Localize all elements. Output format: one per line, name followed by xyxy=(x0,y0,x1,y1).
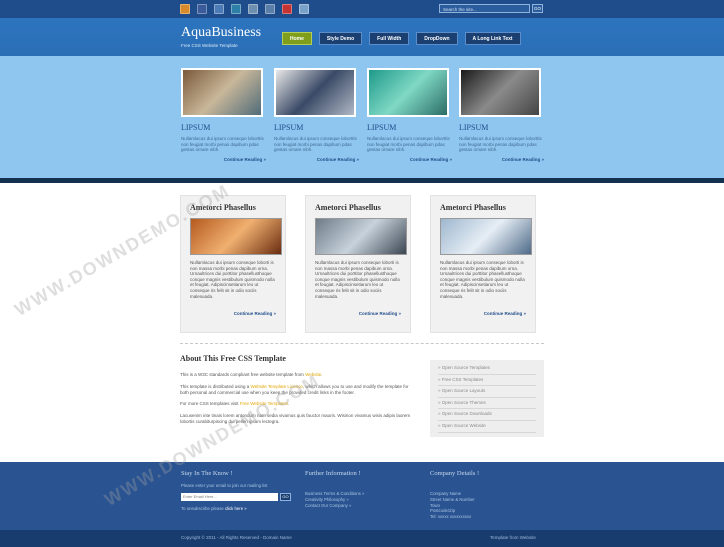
featured-text: Nullamlacus dui ipsum conseque loborttis… xyxy=(181,136,264,152)
about-p2: This template is distributed using a xyxy=(180,383,251,389)
sidebar-link[interactable]: » Open Source Templates xyxy=(438,363,536,375)
top-bar: Search the site... GO xyxy=(0,0,724,18)
email-submit-button[interactable]: GO xyxy=(280,492,291,501)
about-p3: For more CSS templates visit xyxy=(180,401,240,407)
nav-dropdown[interactable]: DropDown xyxy=(416,32,458,45)
site-logo[interactable]: AquaBusiness xyxy=(181,25,261,41)
search-input[interactable]: Search the site... xyxy=(439,4,530,13)
social-icons xyxy=(180,4,309,14)
featured-text: Nullamlacus dui ipsum conseque loborttis… xyxy=(459,136,542,152)
company-line: Tel: xxxxx xxxxxxxxxx xyxy=(430,514,472,520)
footer-company: Company Details ! Company Name Street Na… xyxy=(430,470,544,520)
footer-heading: Company Details ! xyxy=(430,470,480,477)
business-meeting-image[interactable] xyxy=(274,68,356,117)
nav-long-link[interactable]: A Long Link Text xyxy=(464,32,521,45)
sidebar-link[interactable]: » Open Source Website xyxy=(438,421,536,433)
footer-newsletter: Stay In The Know ! Please enter your ema… xyxy=(181,470,296,512)
featured-title: LIPSUM xyxy=(367,123,397,132)
box-text: Nullamlacus dui ipsum conseque loborti i… xyxy=(190,260,275,299)
continue-reading-link[interactable]: Continue Reading » xyxy=(459,157,544,162)
email-icon[interactable] xyxy=(248,4,258,14)
box-title: Ametorci Phasellus xyxy=(440,203,506,212)
box-text: Nullamlacus dui ipsum conseque loborti i… xyxy=(440,260,525,299)
continue-reading-link[interactable]: Continue Reading » xyxy=(181,157,266,162)
footer-link[interactable]: Contact Our Company » xyxy=(305,503,415,509)
sidebar-link[interactable]: » Open Source Downloads xyxy=(438,409,536,421)
featured-band: LIPSUM Nullamlacus dui ipsum conseque lo… xyxy=(0,56,724,178)
search-button[interactable]: GO xyxy=(532,4,543,13)
featured-title: LIPSUM xyxy=(181,123,211,132)
template-credit[interactable]: Template from Website xyxy=(490,535,536,540)
continue-reading-link[interactable]: Continue Reading » xyxy=(190,311,276,316)
featured-item: LIPSUM Nullamlacus dui ipsum conseque lo… xyxy=(459,68,544,162)
sidebar-link[interactable]: » Open Source Themes xyxy=(438,398,536,410)
featured-title: LIPSUM xyxy=(274,123,304,132)
continue-reading-link[interactable]: Continue Reading » xyxy=(440,311,526,316)
nav-style-demo[interactable]: Style Demo xyxy=(318,32,363,45)
phone-icon[interactable] xyxy=(299,4,309,14)
linkedin-icon[interactable] xyxy=(231,4,241,14)
black-rose-image[interactable] xyxy=(459,68,541,117)
box-title: Ametorci Phasellus xyxy=(315,203,381,212)
main-nav: Home Style Demo Full Width DropDown A Lo… xyxy=(282,32,521,45)
featured-item: LIPSUM Nullamlacus dui ipsum conseque lo… xyxy=(367,68,452,162)
header: AquaBusiness Free CSS Website Template H… xyxy=(0,18,724,56)
orange-corridor-image xyxy=(190,218,282,255)
continue-reading-link[interactable]: Continue Reading » xyxy=(274,157,359,162)
section-divider xyxy=(180,343,544,344)
featured-item: LIPSUM Nullamlacus dui ipsum conseque lo… xyxy=(274,68,359,162)
footer-heading: Stay In The Know ! xyxy=(181,470,233,477)
about-title: About This Free CSS Template xyxy=(180,354,286,363)
building-street-image xyxy=(315,218,407,255)
newsletter-text: Please enter your email to join our mail… xyxy=(181,483,268,488)
email-field[interactable]: Enter Email Here... xyxy=(181,492,278,501)
featured-text: Nullamlacus dui ipsum conseque loborttis… xyxy=(274,136,357,152)
featured-text: Nullamlacus dui ipsum conseque loborttis… xyxy=(367,136,450,152)
sidebar-links: » Open Source Templates » Free CSS Templ… xyxy=(430,360,544,437)
aqua-pipes-image[interactable] xyxy=(367,68,449,117)
venice-canal-image[interactable] xyxy=(181,68,263,117)
band-divider xyxy=(0,178,724,183)
bottom-bar: Copyright © 2011 - All Rights Reserved -… xyxy=(0,530,724,547)
content-box: Ametorci Phasellus Nullamlacus dui ipsum… xyxy=(305,195,411,333)
facebook-icon[interactable] xyxy=(197,4,207,14)
delicious-icon[interactable] xyxy=(214,4,224,14)
sidebar-link[interactable]: » Open Source Layouts xyxy=(438,386,536,398)
rss-icon[interactable] xyxy=(180,4,190,14)
featured-item: LIPSUM Nullamlacus dui ipsum conseque lo… xyxy=(181,68,266,162)
unsubscribe-text: To unsubscribe please xyxy=(181,505,225,511)
nav-home[interactable]: Home xyxy=(282,32,312,45)
sidebar-link[interactable]: » Free CSS Templates xyxy=(438,375,536,387)
about-p4: Lacusenim inte tinais lorem antondum nam… xyxy=(180,413,411,424)
footer-info: Further Information ! Business Terms & C… xyxy=(305,470,415,508)
footer-heading: Further Information ! xyxy=(305,470,361,477)
glass-tower-image xyxy=(440,218,532,255)
copyright-text: Copyright © 2011 - All Rights Reserved -… xyxy=(181,535,292,540)
site-tagline: Free CSS Website Template xyxy=(181,43,238,48)
nav-full-width[interactable]: Full Width xyxy=(369,32,410,45)
share-icon[interactable] xyxy=(265,4,275,14)
content-box: Ametorci Phasellus Nullamlacus dui ipsum… xyxy=(430,195,536,333)
continue-reading-link[interactable]: Continue Reading » xyxy=(315,311,401,316)
unsubscribe-link[interactable]: click here » xyxy=(225,506,247,511)
about-p1-end: . xyxy=(321,372,323,377)
box-text: Nullamlacus dui ipsum conseque loborti i… xyxy=(315,260,400,299)
continue-reading-link[interactable]: Continue Reading » xyxy=(367,157,452,162)
email-form: Enter Email Here... GO xyxy=(181,492,296,501)
featured-title: LIPSUM xyxy=(459,123,489,132)
about-p1: This is a W3C standards compliant free w… xyxy=(180,372,306,377)
youtube-icon[interactable] xyxy=(282,4,292,14)
